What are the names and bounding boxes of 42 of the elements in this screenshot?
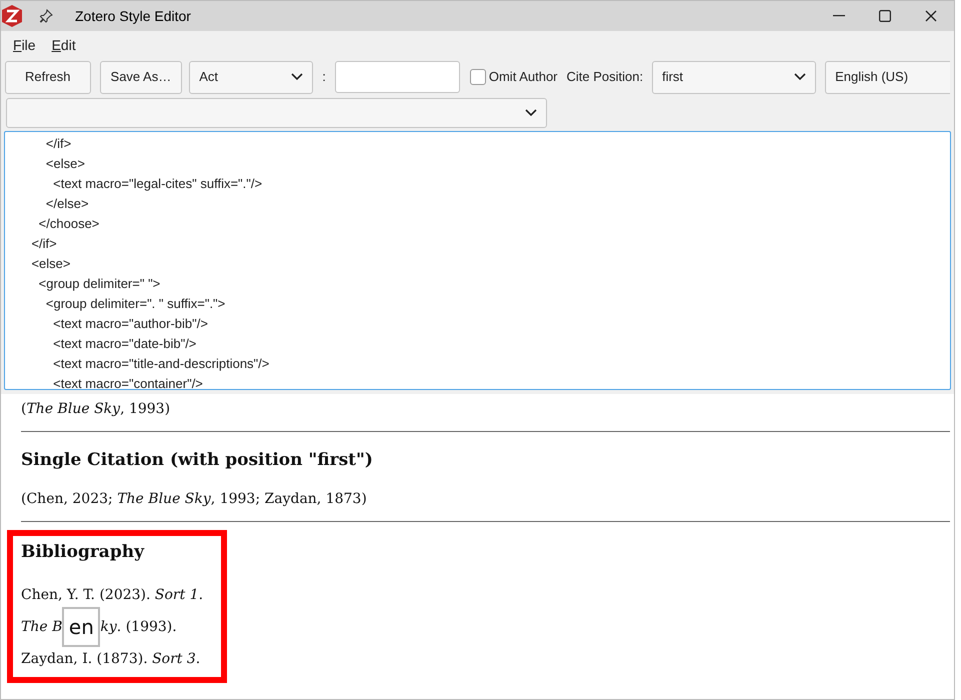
locale-dropdown[interactable]: English (US) bbox=[825, 60, 950, 94]
pin-icon[interactable] bbox=[39, 9, 53, 23]
code-line: <text macro="date-bib"/> bbox=[52, 335, 196, 353]
window-title: Zotero Style Editor bbox=[75, 6, 191, 26]
code-line: <text macro="author-bib"/> bbox=[52, 315, 208, 333]
cite-position-label: Cite Position: bbox=[566, 68, 644, 86]
code-line: <text macro="container"/> bbox=[52, 375, 203, 389]
code-line: <text macro="title-and-descriptions"/> bbox=[52, 355, 270, 373]
chevron-down-icon bbox=[525, 109, 537, 117]
code-line: </if> bbox=[44, 135, 72, 153]
refresh-button[interactable]: Refresh bbox=[5, 60, 91, 94]
code-line: <text macro="legal-cites" suffix="."/> bbox=[52, 175, 262, 193]
section-heading: Single Citation (with position "first") bbox=[21, 449, 373, 472]
macro-dropdown[interactable] bbox=[6, 98, 547, 128]
omit-author-label: Omit Author bbox=[488, 68, 558, 86]
section-heading: Bibliography bbox=[21, 540, 144, 564]
chevron-down-icon bbox=[291, 73, 304, 81]
menu-item[interactable]: Edit bbox=[44, 34, 84, 56]
locator-input-field[interactable] bbox=[334, 61, 460, 93]
bibliography-entry: The B bbox=[21, 618, 62, 636]
code-editor[interactable] bbox=[4, 131, 951, 390]
save-as-button[interactable]: Save As… bbox=[100, 60, 182, 94]
app-logo-icon bbox=[1, 4, 23, 28]
cite-position-dropdown[interactable]: first bbox=[652, 60, 816, 94]
menu-item[interactable]: File bbox=[5, 34, 44, 56]
omit-author-checkbox[interactable] bbox=[470, 69, 486, 85]
bibliography-entry: Zaydan, I. (1873). Sort 3. bbox=[21, 650, 200, 668]
code-line: <group delimiter=". " suffix="."> bbox=[44, 295, 226, 313]
citation-text: (The Blue Sky, 1993) bbox=[21, 400, 170, 419]
citation-text: (Chen, 2023; The Blue Sky, 1993; Zaydan, 1873) bbox=[21, 490, 367, 508]
code-line: </choose> bbox=[38, 215, 100, 233]
code-line: </else> bbox=[44, 195, 89, 213]
locator-dropdown[interactable]: Act bbox=[189, 60, 314, 94]
separator-label: : bbox=[322, 68, 326, 86]
code-line: <group delimiter=" "> bbox=[38, 275, 160, 293]
code-line: <else> bbox=[44, 155, 85, 173]
chevron-down-icon bbox=[794, 73, 806, 81]
code-line: <else> bbox=[30, 255, 70, 273]
input-method-indicator: en bbox=[62, 607, 100, 647]
code-line: </if> bbox=[30, 235, 57, 253]
bibliography-entry: Chen, Y. T. (2023). Sort 1. bbox=[21, 586, 204, 604]
bibliography-entry: ky. (1993). bbox=[100, 618, 177, 636]
